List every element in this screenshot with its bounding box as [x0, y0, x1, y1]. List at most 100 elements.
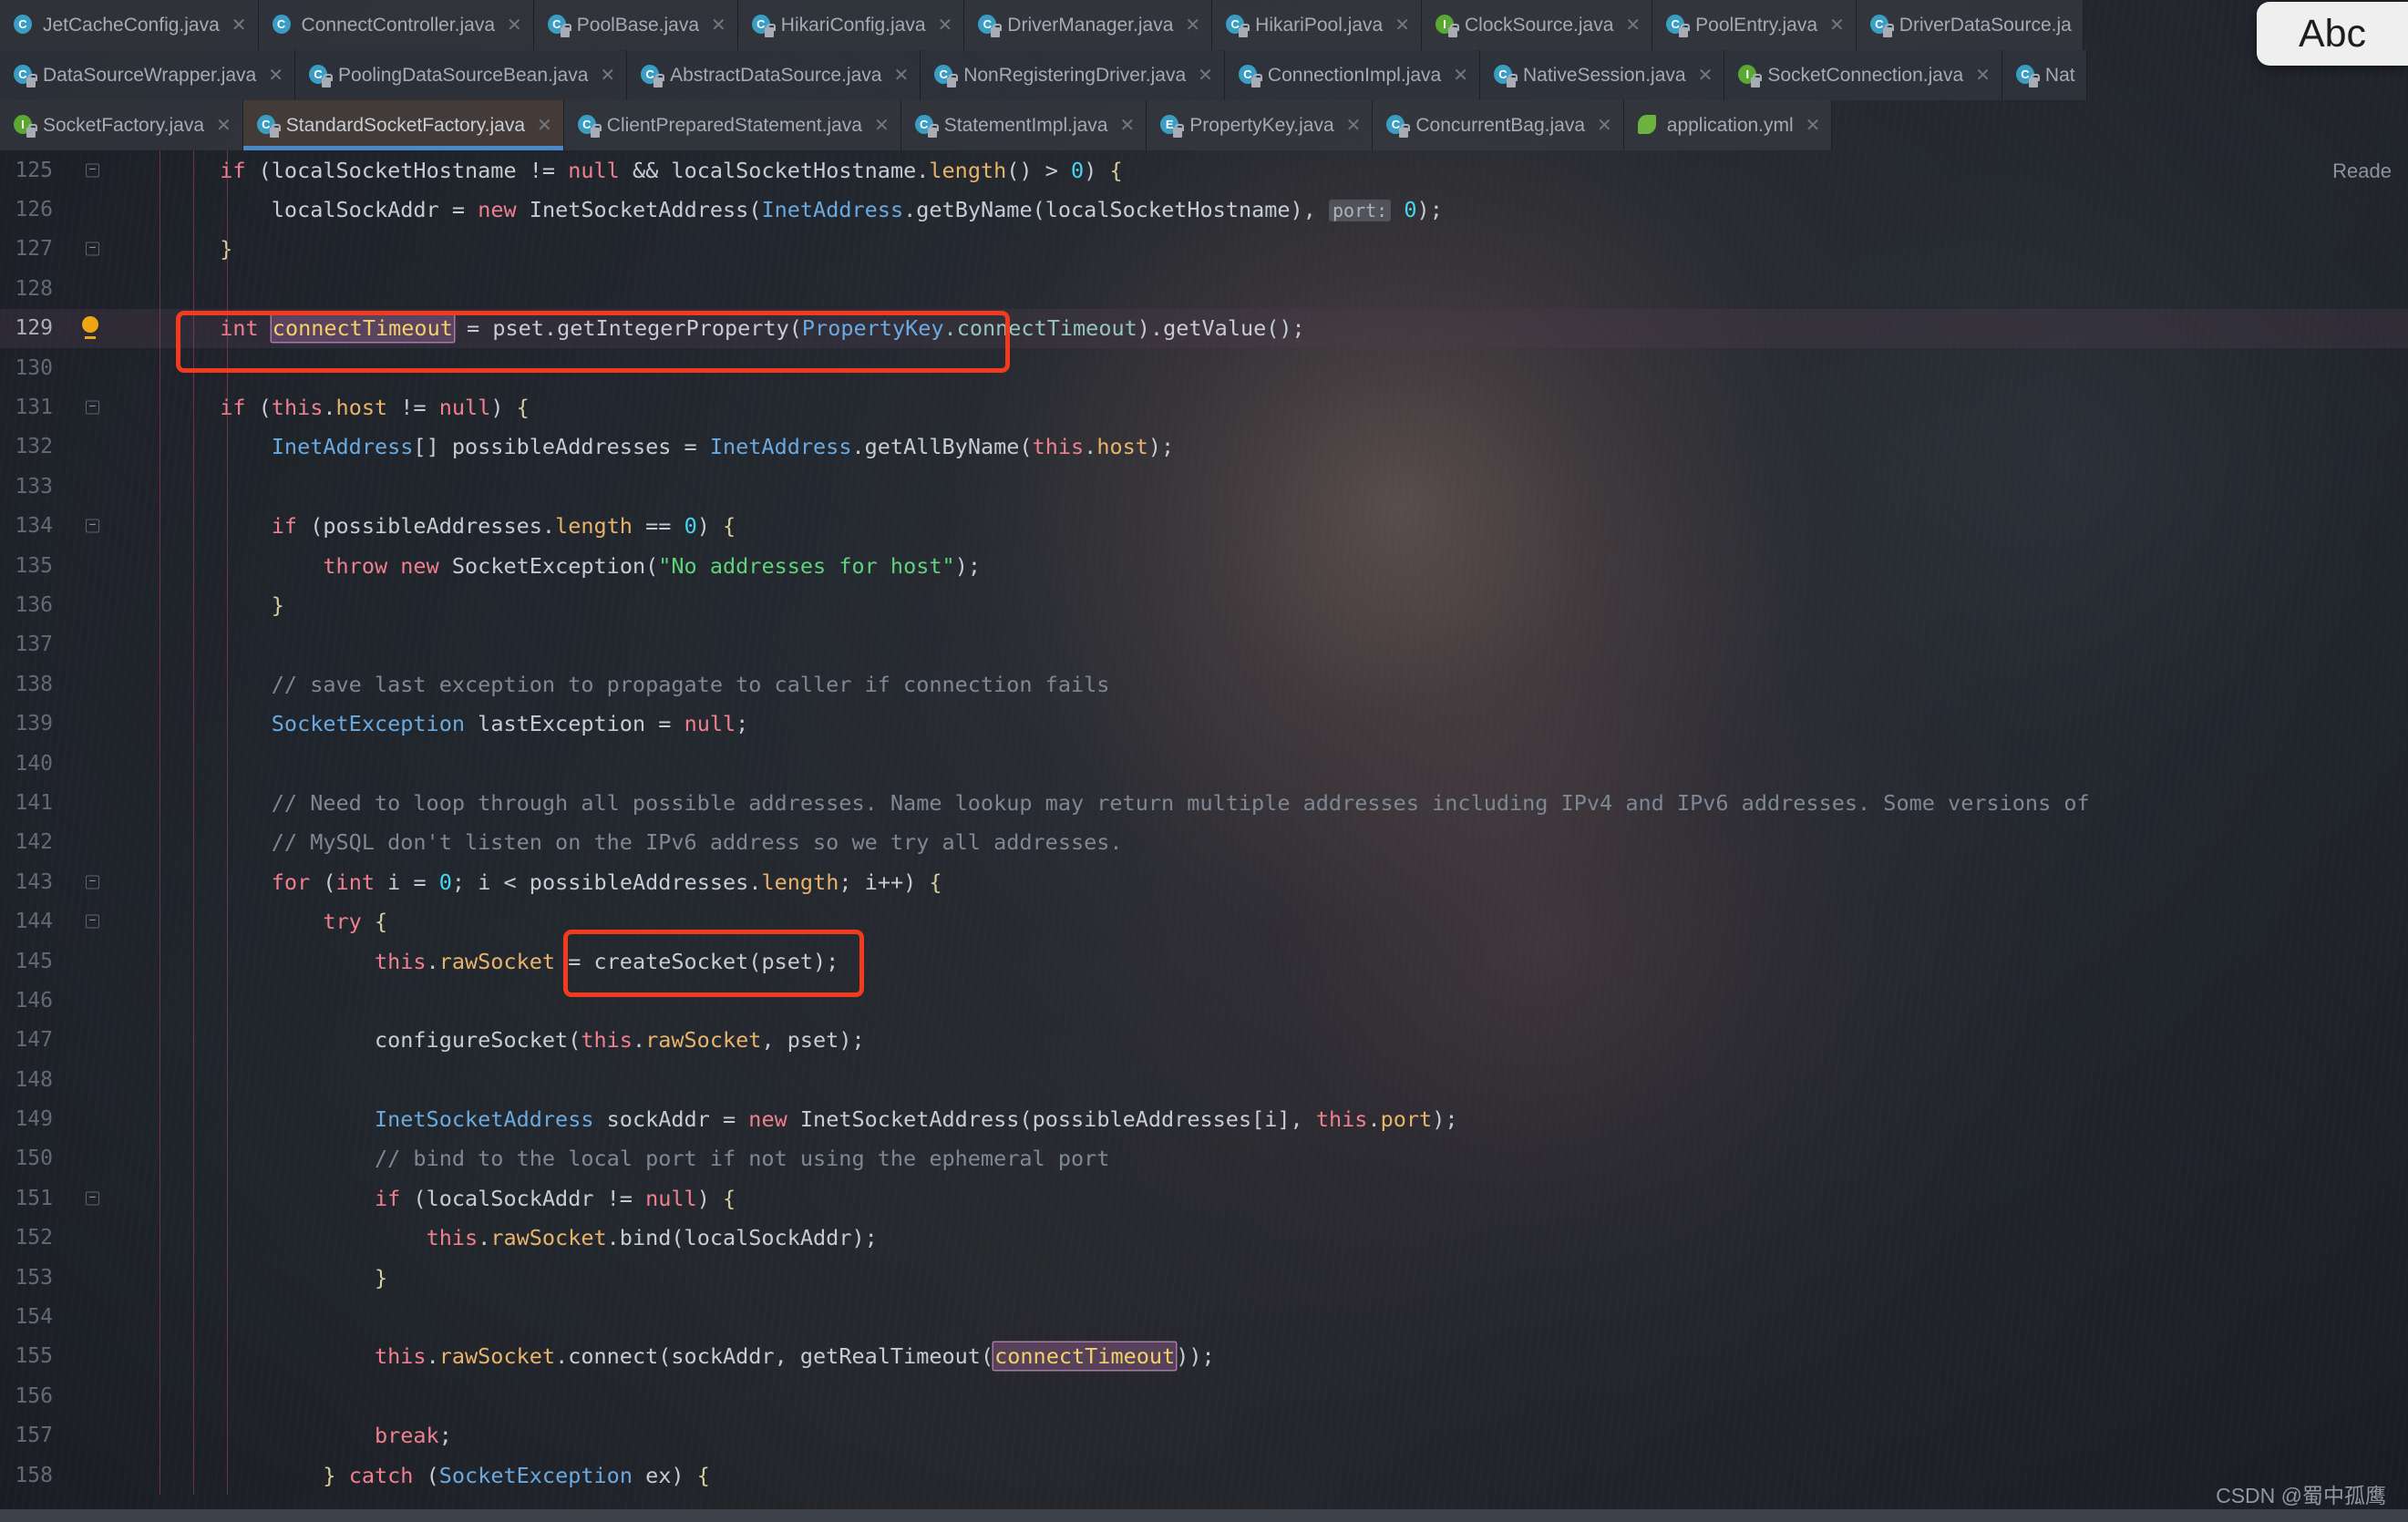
close-icon[interactable]: ✕ — [228, 14, 247, 36]
gutter-markers[interactable] — [66, 190, 117, 229]
code-line[interactable]: 142 // MySQL don't listen on the IPv6 ad… — [0, 823, 2408, 862]
close-icon[interactable]: ✕ — [934, 14, 953, 36]
editor-tab-connectionimpl-java[interactable]: CConnectionImpl.java✕ — [1225, 50, 1480, 100]
editor-tab-clientpreparedstatement-java[interactable]: CClientPreparedStatement.java✕ — [564, 100, 901, 150]
code-line[interactable]: 147 configureSocket(this.rawSocket, pset… — [0, 1021, 2408, 1060]
close-icon[interactable]: ✕ — [1694, 64, 1713, 87]
code-text[interactable]: try { — [117, 909, 2408, 934]
editor-tab-clocksource-java[interactable]: IClockSource.java✕ — [1422, 0, 1652, 50]
code-text[interactable]: break; — [117, 1423, 2408, 1448]
code-line[interactable]: 154 — [0, 1297, 2408, 1336]
code-text[interactable] — [117, 988, 2408, 1013]
close-icon[interactable]: ✕ — [870, 114, 890, 137]
close-icon[interactable]: ✕ — [212, 114, 232, 137]
fold-collapse-icon[interactable]: − — [86, 242, 99, 256]
gutter-markers[interactable]: − — [66, 150, 117, 190]
fold-collapse-icon[interactable]: − — [86, 1191, 99, 1205]
code-text[interactable] — [117, 751, 2408, 776]
code-line[interactable]: 153 } — [0, 1258, 2408, 1297]
gutter-markers[interactable] — [66, 1099, 117, 1138]
code-text[interactable] — [117, 355, 2408, 381]
code-text[interactable]: configureSocket(this.rawSocket, pset); — [117, 1027, 2408, 1053]
gutter-markers[interactable]: − — [66, 230, 117, 269]
editor-tab-datasourcewrapper-java[interactable]: CDataSourceWrapper.java✕ — [0, 50, 295, 100]
close-icon[interactable]: ✕ — [890, 64, 909, 87]
close-icon[interactable]: ✕ — [533, 114, 552, 137]
code-text[interactable]: InetAddress[] possibleAddresses = InetAd… — [117, 434, 2408, 459]
code-line[interactable]: 151− if (localSockAddr != null) { — [0, 1178, 2408, 1218]
editor-tab-application-yml[interactable]: application.yml✕ — [1624, 100, 1833, 150]
gutter-markers[interactable] — [66, 783, 117, 822]
code-line[interactable]: 127− } — [0, 230, 2408, 269]
code-text[interactable]: this.rawSocket.bind(localSockAddr); — [117, 1225, 2408, 1250]
code-line[interactable]: 158 } catch (SocketException ex) { — [0, 1455, 2408, 1495]
code-line[interactable]: 137 — [0, 625, 2408, 664]
code-line[interactable]: 156 — [0, 1376, 2408, 1415]
editor-tab-standardsocketfactory-java[interactable]: CStandardSocketFactory.java✕ — [243, 100, 564, 150]
close-icon[interactable]: ✕ — [1593, 114, 1612, 137]
code-text[interactable]: throw new SocketException("No addresses … — [117, 553, 2408, 579]
close-icon[interactable]: ✕ — [1343, 114, 1362, 137]
code-text[interactable]: // MySQL don't listen on the IPv6 addres… — [117, 829, 2408, 855]
editor-tab-nat[interactable]: CNat — [2002, 50, 2087, 100]
code-text[interactable]: if (this.host != null) { — [117, 395, 2408, 420]
close-icon[interactable]: ✕ — [264, 64, 283, 87]
gutter-markers[interactable] — [66, 664, 117, 704]
editor-tab-drivermanager-java[interactable]: CDriverManager.java✕ — [964, 0, 1212, 50]
close-icon[interactable]: ✕ — [596, 64, 615, 87]
editor-tab-socketconnection-java[interactable]: ISocketConnection.java✕ — [1724, 50, 2002, 100]
code-line[interactable]: 132 InetAddress[] possibleAddresses = In… — [0, 427, 2408, 467]
editor-tab-connectcontroller-java[interactable]: CConnectController.java✕ — [259, 0, 534, 50]
code-line[interactable]: 136 } — [0, 585, 2408, 624]
code-line[interactable]: 146 — [0, 981, 2408, 1020]
gutter-markers[interactable] — [66, 467, 117, 506]
editor-tab-poolentry-java[interactable]: CPoolEntry.java✕ — [1652, 0, 1857, 50]
code-text[interactable]: SocketException lastException = null; — [117, 711, 2408, 736]
close-icon[interactable]: ✕ — [1449, 64, 1468, 87]
close-icon[interactable]: ✕ — [707, 14, 726, 36]
gutter-markers[interactable] — [66, 309, 117, 348]
code-text[interactable]: } catch (SocketException ex) { — [117, 1463, 2408, 1488]
code-text[interactable] — [117, 474, 2408, 499]
code-line[interactable]: 145 this.rawSocket = createSocket(pset); — [0, 941, 2408, 981]
editor-tab-concurrentbag-java[interactable]: CConcurrentBag.java✕ — [1373, 100, 1623, 150]
code-line[interactable]: 143− for (int i = 0; i < possibleAddress… — [0, 862, 2408, 901]
gutter-markers[interactable] — [66, 1455, 117, 1495]
gutter-markers[interactable] — [66, 981, 117, 1020]
code-text[interactable]: int connectTimeout = pset.getIntegerProp… — [117, 315, 2408, 341]
code-line[interactable]: 157 break; — [0, 1416, 2408, 1455]
code-text[interactable] — [117, 1383, 2408, 1409]
code-line[interactable]: 133 — [0, 467, 2408, 506]
code-text[interactable] — [117, 276, 2408, 302]
editor-tab-abstractdatasource-java[interactable]: CAbstractDataSource.java✕ — [627, 50, 921, 100]
close-icon[interactable]: ✕ — [503, 14, 522, 36]
editor-tab-hikariconfig-java[interactable]: CHikariConfig.java✕ — [738, 0, 965, 50]
editor-tab-hikaripool-java[interactable]: CHikariPool.java✕ — [1212, 0, 1422, 50]
gutter-markers[interactable] — [66, 585, 117, 624]
code-text[interactable]: localSockAddr = new InetSocketAddress(In… — [117, 197, 2408, 222]
code-text[interactable]: if (localSocketHostname != null && local… — [117, 158, 2408, 183]
code-line[interactable]: 139 SocketException lastException = null… — [0, 704, 2408, 743]
code-line[interactable]: 150 // bind to the local port if not usi… — [0, 1139, 2408, 1178]
code-text[interactable]: InetSocketAddress sockAddr = new InetSoc… — [117, 1106, 2408, 1132]
close-icon[interactable]: ✕ — [1391, 14, 1410, 36]
code-text[interactable]: this.rawSocket.connect(sockAddr, getReal… — [117, 1343, 2408, 1369]
code-line[interactable]: 125− if (localSocketHostname != null && … — [0, 150, 2408, 190]
gutter-markers[interactable] — [66, 823, 117, 862]
gutter-markers[interactable] — [66, 427, 117, 467]
gutter-markers[interactable] — [66, 1297, 117, 1336]
gutter-markers[interactable] — [66, 546, 117, 585]
gutter-markers[interactable] — [66, 625, 117, 664]
code-text[interactable]: // bind to the local port if not using t… — [117, 1146, 2408, 1171]
gutter-markers[interactable] — [66, 1416, 117, 1455]
code-line[interactable]: 129 int connectTimeout = pset.getInteger… — [0, 309, 2408, 348]
gutter-markers[interactable] — [66, 1219, 117, 1258]
gutter-markers[interactable] — [66, 269, 117, 308]
code-text[interactable]: // Need to loop through all possible add… — [117, 790, 2408, 816]
close-icon[interactable]: ✕ — [1117, 114, 1136, 137]
close-icon[interactable]: ✕ — [1194, 64, 1213, 87]
code-line[interactable]: 144− try { — [0, 901, 2408, 941]
gutter-markers[interactable]: − — [66, 862, 117, 901]
code-text[interactable] — [117, 1304, 2408, 1330]
code-text[interactable]: } — [117, 236, 2408, 262]
